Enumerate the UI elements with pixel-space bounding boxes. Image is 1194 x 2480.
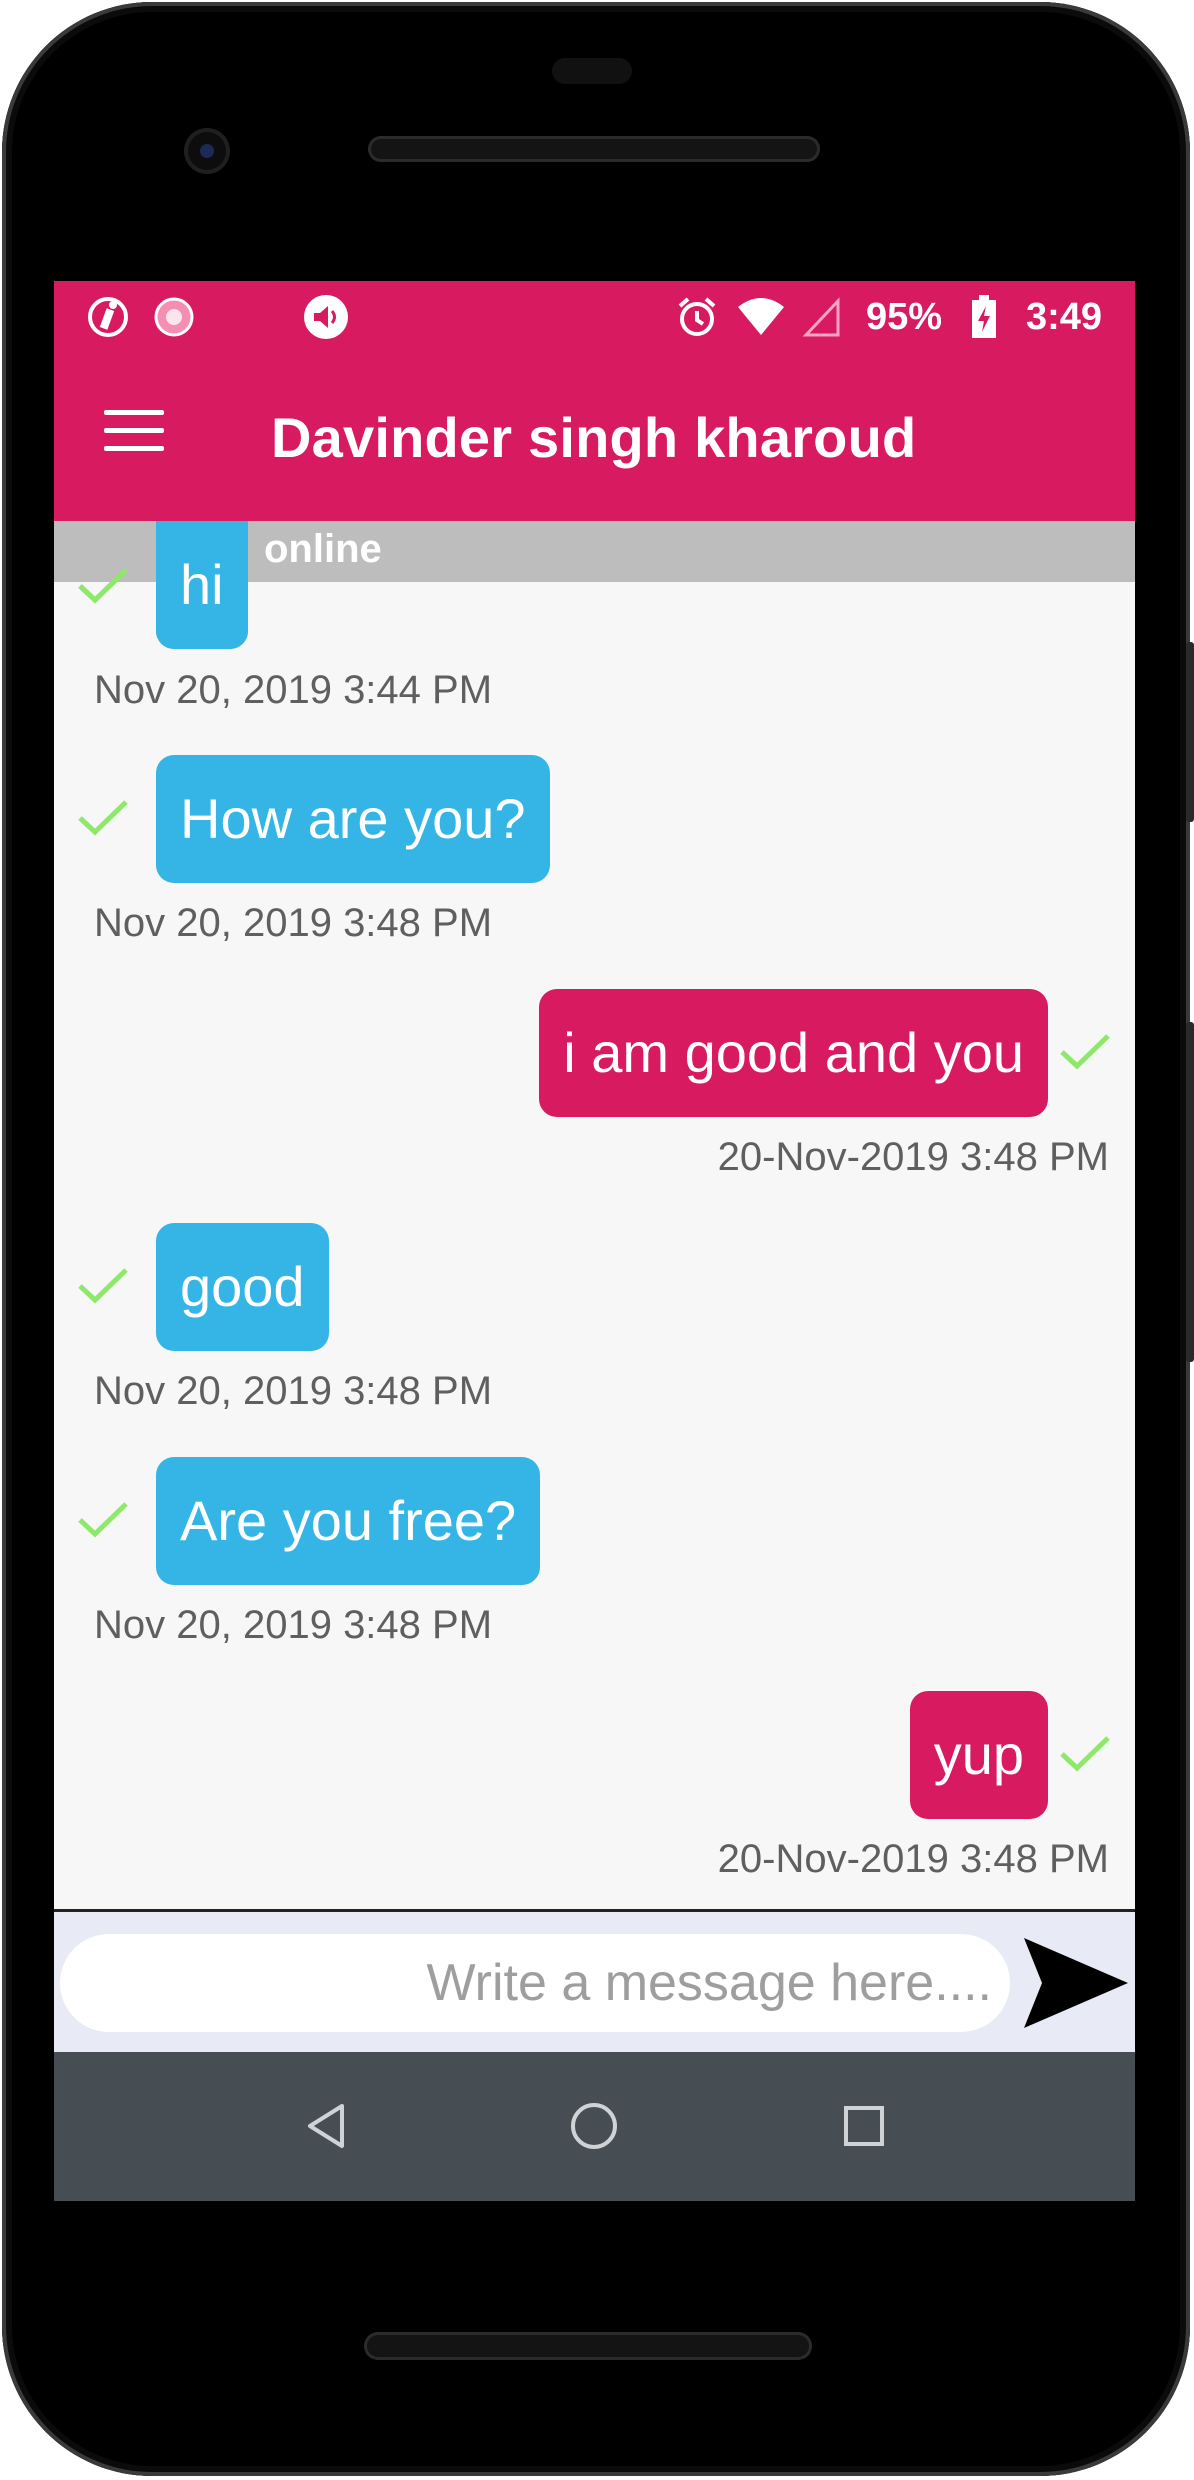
read-check-icon: [78, 1268, 128, 1304]
read-check-icon: [78, 1502, 128, 1538]
battery-charging-icon: [970, 295, 998, 339]
system-nav-bar: [54, 2052, 1135, 2201]
wifi-icon: [736, 295, 786, 339]
clock: 3:49: [1026, 295, 1103, 338]
message-bubble-incoming[interactable]: good: [156, 1223, 329, 1351]
message-timestamp: Nov 20, 2019 3:48 PM: [94, 1369, 493, 1413]
volume-button: [1186, 1022, 1194, 1362]
read-check-icon: [78, 800, 128, 836]
app-bar: Davinder singh kharoud: [54, 353, 1135, 521]
message-timestamp: Nov 20, 2019 3:44 PM: [94, 668, 493, 712]
message-bubble-outgoing[interactable]: yup: [909, 1691, 1048, 1819]
hamburger-menu-icon[interactable]: [104, 410, 164, 464]
sync-icon: [152, 295, 196, 339]
contact-name[interactable]: Davinder singh kharoud: [271, 405, 916, 470]
message-timestamp: Nov 20, 2019 3:48 PM: [94, 1603, 493, 1647]
alarm-icon: [674, 295, 720, 339]
bottom-speaker: [364, 2332, 812, 2360]
message-bubble-outgoing[interactable]: i am good and you: [539, 989, 1048, 1117]
volume-icon: [302, 295, 350, 339]
message-input[interactable]: [60, 1934, 1010, 2032]
message-timestamp: Nov 20, 2019 3:48 PM: [94, 901, 493, 945]
front-camera: [184, 128, 230, 174]
earpiece-speaker: [368, 136, 820, 162]
status-bar: 95% 3:49: [54, 281, 1135, 353]
recents-square-icon[interactable]: [834, 2096, 894, 2156]
back-triangle-icon[interactable]: [298, 2096, 358, 2156]
message-bubble-incoming[interactable]: How are you?: [156, 755, 550, 883]
read-check-icon: [78, 568, 128, 604]
message-timestamp: 20-Nov-2019 3:48 PM: [717, 1135, 1109, 1179]
cell-signal-icon: [802, 295, 842, 339]
message-composer: [54, 1909, 1135, 2052]
message-bubble-incoming[interactable]: Are you free?: [156, 1457, 541, 1585]
home-circle-icon[interactable]: [564, 2096, 624, 2156]
read-check-icon: [1060, 1736, 1110, 1772]
presence-status: online: [264, 527, 382, 571]
carrier-app-icon: [86, 295, 130, 339]
sensor-slot: [552, 58, 632, 84]
power-button: [1186, 642, 1194, 822]
message-timestamp: 20-Nov-2019 3:48 PM: [717, 1837, 1109, 1881]
screen: hi Nov 20, 2019 3:44 PM How are you? Nov…: [54, 281, 1135, 2201]
read-check-icon: [1060, 1034, 1110, 1070]
battery-percent: 95%: [866, 295, 943, 338]
send-arrow-icon[interactable]: [1018, 1926, 1132, 2040]
message-bubble-incoming[interactable]: hi: [156, 521, 248, 649]
phone-frame: hi Nov 20, 2019 3:44 PM How are you? Nov…: [2, 2, 1194, 2476]
